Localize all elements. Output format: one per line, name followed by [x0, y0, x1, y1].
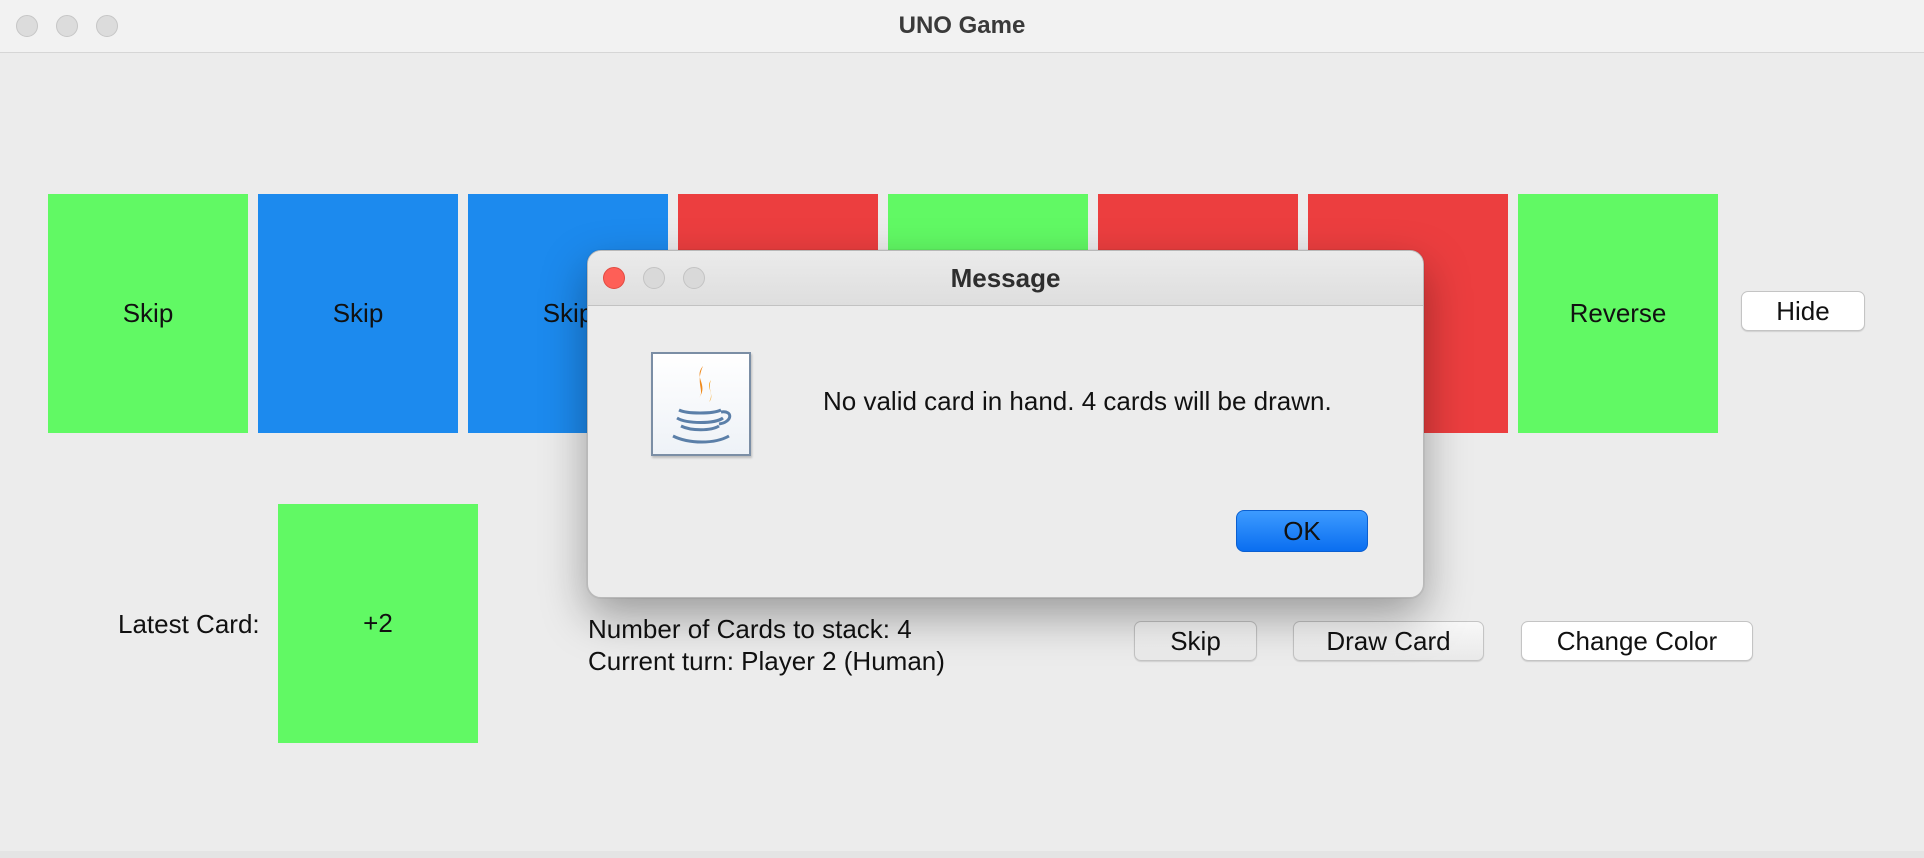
- stack-count-text: Number of Cards to stack: 4: [588, 614, 912, 644]
- latest-card-label: Latest Card:: [118, 609, 260, 639]
- draw-card-button[interactable]: Draw Card: [1293, 621, 1484, 661]
- window-titlebar: UNO Game: [0, 0, 1924, 53]
- window-title: UNO Game: [898, 12, 1026, 39]
- java-icon: [651, 352, 751, 456]
- hand-card[interactable]: Skip: [48, 194, 248, 433]
- hand-card[interactable]: Skip: [258, 194, 458, 433]
- dialog-title: Message: [950, 263, 1061, 293]
- ok-button[interactable]: OK: [1236, 510, 1368, 552]
- change-color-button[interactable]: Change Color: [1521, 621, 1753, 661]
- latest-card-value: +2: [363, 608, 393, 638]
- skip-button[interactable]: Skip: [1134, 621, 1257, 661]
- current-turn-text: Current turn: Player 2 (Human): [588, 646, 945, 676]
- dialog-titlebar: Message: [588, 251, 1423, 306]
- hand-card-label: Skip: [332, 298, 384, 328]
- dialog-message: No valid card in hand. 4 cards will be d…: [823, 386, 1332, 416]
- bottom-panel-edge: [0, 851, 1924, 858]
- latest-card: +2: [278, 504, 478, 743]
- hand-card-label: Reverse: [1569, 298, 1667, 328]
- hide-button[interactable]: Hide: [1741, 291, 1865, 331]
- hand-card-label: Skip: [122, 298, 174, 328]
- message-dialog: Message No valid card in hand. 4 cards w…: [587, 250, 1424, 598]
- hand-card-label: Skip: [542, 298, 594, 328]
- hand-card[interactable]: Reverse: [1518, 194, 1718, 433]
